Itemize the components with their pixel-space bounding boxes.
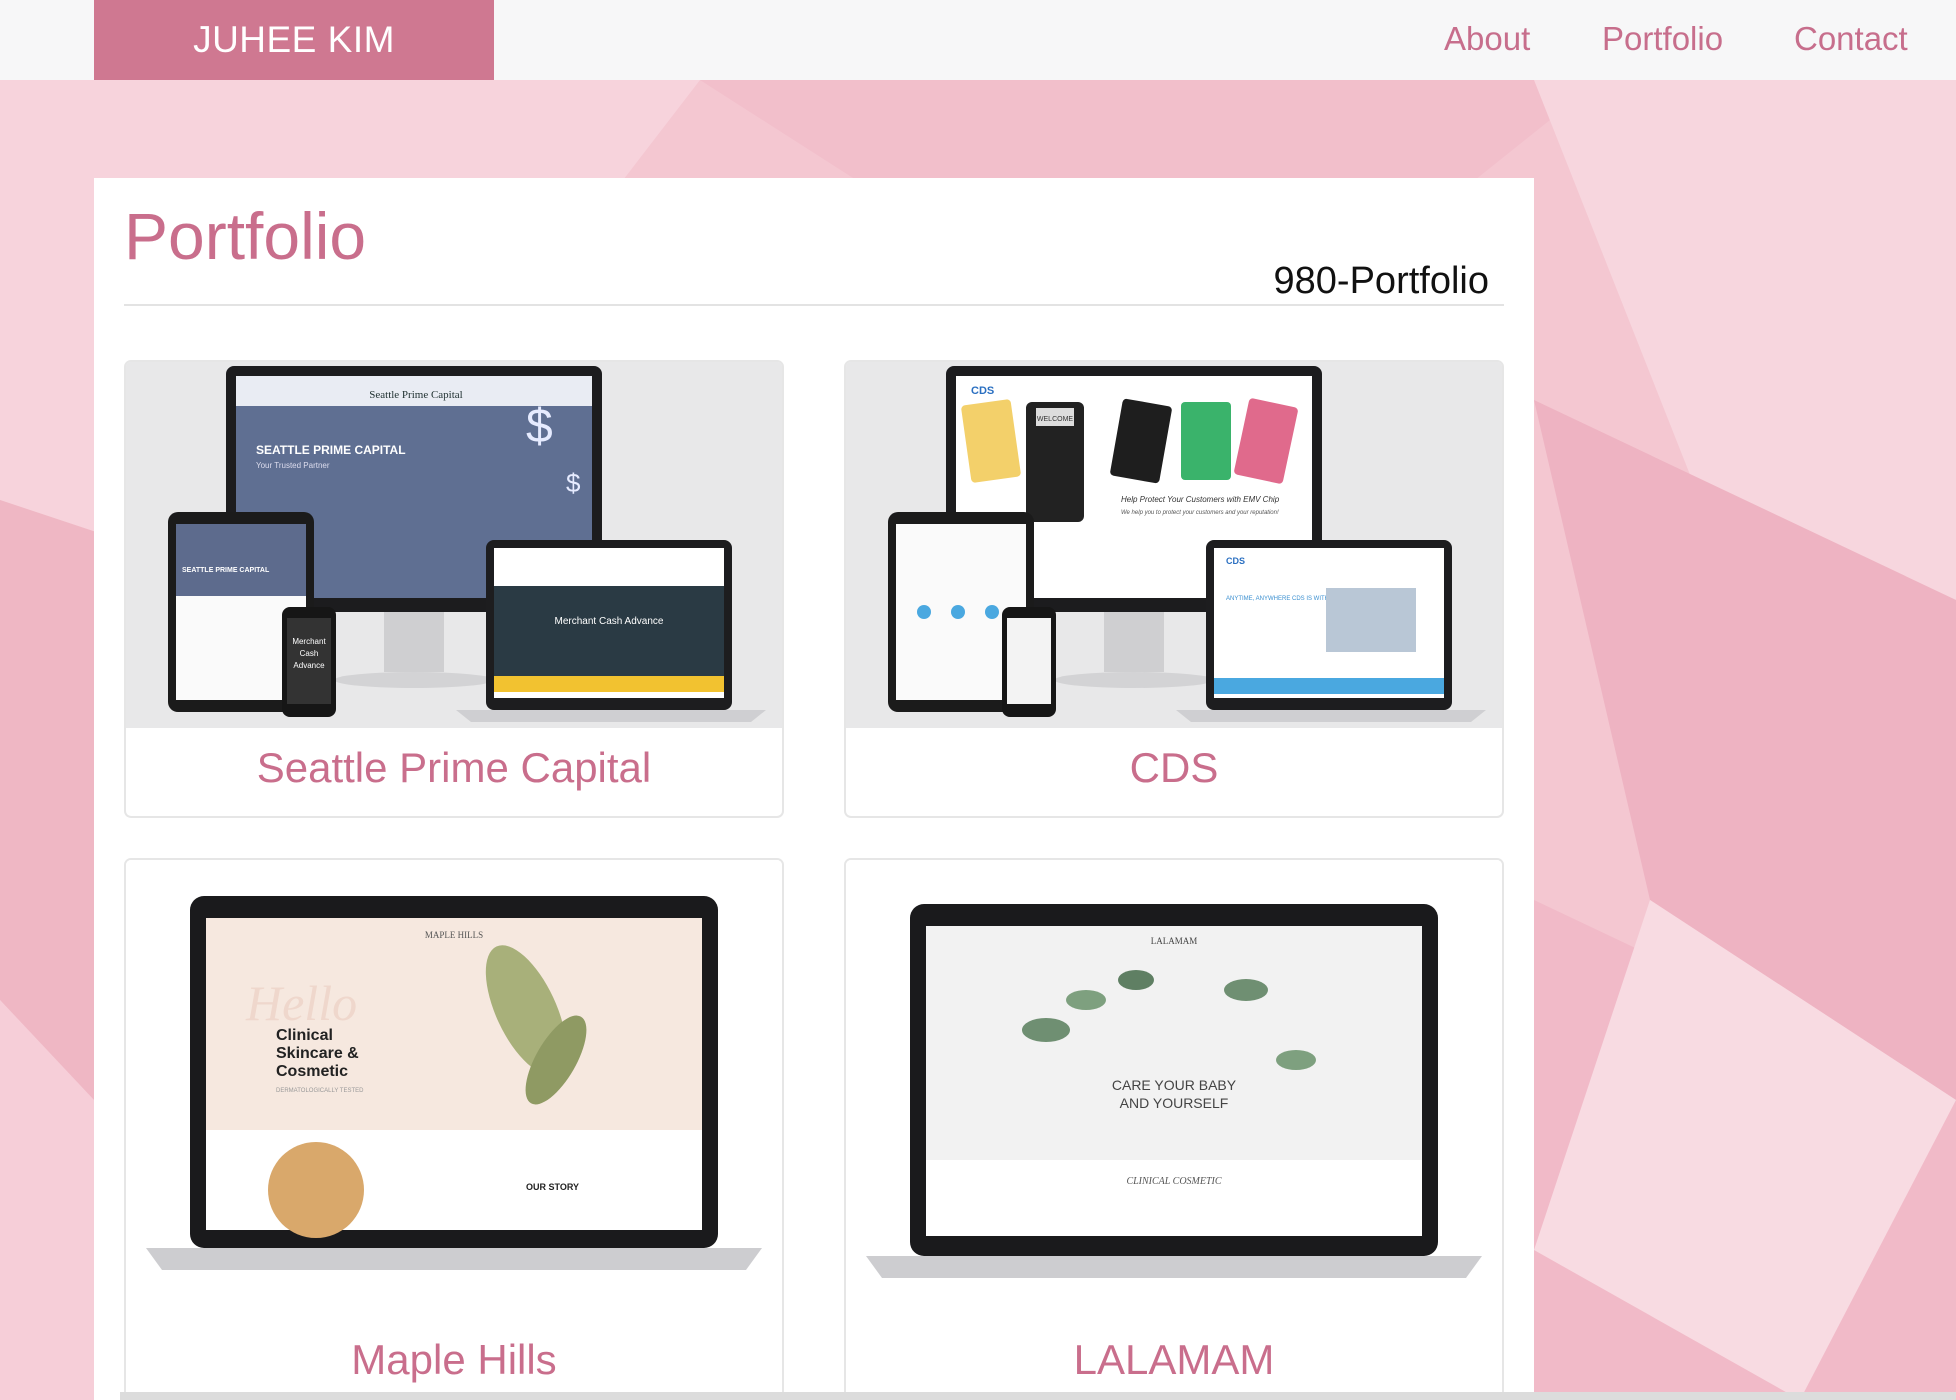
svg-text:ANYTIME, ANYWHERE CDS IS WITH: ANYTIME, ANYWHERE CDS IS WITH YOU	[1226, 596, 1344, 602]
svg-text:Hello: Hello	[245, 975, 357, 1031]
device-mockup-image: CDS WELCOME Help Protect Your Customers …	[846, 362, 1502, 728]
project-thumbnail: MAPLE HILLS Hello Clinical Skincare & Co…	[126, 860, 782, 1320]
svg-text:SEATTLE PRIME CAPITAL: SEATTLE PRIME CAPITAL	[182, 567, 270, 574]
title-divider	[124, 304, 1504, 306]
brand-logo-link[interactable]: JUHEE KIM	[94, 0, 494, 80]
svg-text:AND YOURSELF: AND YOURSELF	[1120, 1095, 1229, 1111]
device-mockup-image: Seattle Prime Capital SEATTLE PRIME CAPI…	[126, 362, 782, 728]
svg-text:CLINICAL COSMETIC: CLINICAL COSMETIC	[1126, 1176, 1221, 1187]
svg-text:WELCOME: WELCOME	[1037, 416, 1074, 423]
top-navbar: JUHEE KIM About Portfolio Contact	[0, 0, 1956, 80]
svg-text:Clinical: Clinical	[276, 1027, 333, 1044]
nav-link-about[interactable]: About	[1444, 0, 1530, 80]
project-card-maple-hills[interactable]: MAPLE HILLS Hello Clinical Skincare & Co…	[124, 858, 784, 1400]
project-title[interactable]: Maple Hills	[126, 1336, 782, 1384]
svg-text:$: $	[526, 400, 553, 453]
svg-text:Help Protect Your Customers wi: Help Protect Your Customers with EMV Chi…	[1121, 495, 1280, 504]
svg-text:$: $	[566, 468, 581, 498]
nav-link-portfolio[interactable]: Portfolio	[1602, 0, 1723, 80]
svg-text:DERMATOLOGICALLY TESTED: DERMATOLOGICALLY TESTED	[276, 1088, 364, 1094]
project-thumbnail: Seattle Prime Capital SEATTLE PRIME CAPI…	[126, 362, 782, 728]
nav-link-contact[interactable]: Contact	[1794, 0, 1908, 80]
portfolio-panel: Portfolio 980-Portfolio Seattle Prime Ca…	[94, 178, 1534, 1400]
svg-text:Advance: Advance	[293, 661, 325, 670]
svg-text:Cosmetic: Cosmetic	[276, 1063, 348, 1080]
svg-text:Seattle Prime Capital: Seattle Prime Capital	[369, 389, 462, 401]
project-card-seattle-prime-capital[interactable]: Seattle Prime Capital SEATTLE PRIME CAPI…	[124, 360, 784, 818]
project-thumbnail: LALAMAM CARE YOUR BABY AND YOURSELF CLIN…	[846, 860, 1502, 1320]
svg-text:Skincare &: Skincare &	[276, 1045, 359, 1062]
page-subtitle: 980-Portfolio	[1273, 260, 1489, 302]
svg-text:OUR STORY: OUR STORY	[526, 1182, 579, 1192]
svg-text:MAPLE HILLS: MAPLE HILLS	[425, 930, 483, 940]
svg-text:Cash: Cash	[300, 649, 319, 658]
svg-text:CDS: CDS	[1226, 556, 1245, 566]
project-card-cds[interactable]: CDS WELCOME Help Protect Your Customers …	[844, 360, 1504, 818]
laptop-mockup-image: MAPLE HILLS Hello Clinical Skincare & Co…	[126, 860, 782, 1320]
svg-text:LALAMAM: LALAMAM	[1151, 936, 1198, 946]
svg-text:CDS: CDS	[971, 385, 994, 397]
svg-text:SEATTLE PRIME CAPITAL: SEATTLE PRIME CAPITAL	[256, 443, 406, 457]
project-card-lalamam[interactable]: LALAMAM CARE YOUR BABY AND YOURSELF CLIN…	[844, 858, 1504, 1400]
svg-text:Your Trusted Partner: Your Trusted Partner	[256, 461, 330, 470]
laptop-mockup-image: LALAMAM CARE YOUR BABY AND YOURSELF CLIN…	[846, 860, 1502, 1320]
svg-text:Merchant: Merchant	[292, 637, 326, 646]
svg-text:CARE YOUR BABY: CARE YOUR BABY	[1112, 1077, 1237, 1093]
page-title: Portfolio	[124, 199, 367, 273]
project-title[interactable]: Seattle Prime Capital	[126, 744, 782, 792]
project-title[interactable]: CDS	[846, 744, 1502, 792]
svg-text:Merchant Cash Advance: Merchant Cash Advance	[555, 616, 664, 627]
horizontal-scrollbar[interactable]	[120, 1392, 1956, 1400]
project-title[interactable]: LALAMAM	[846, 1336, 1502, 1384]
svg-text:We help you to protect your cu: We help you to protect your customers an…	[1121, 510, 1279, 516]
project-thumbnail: CDS WELCOME Help Protect Your Customers …	[846, 362, 1502, 728]
